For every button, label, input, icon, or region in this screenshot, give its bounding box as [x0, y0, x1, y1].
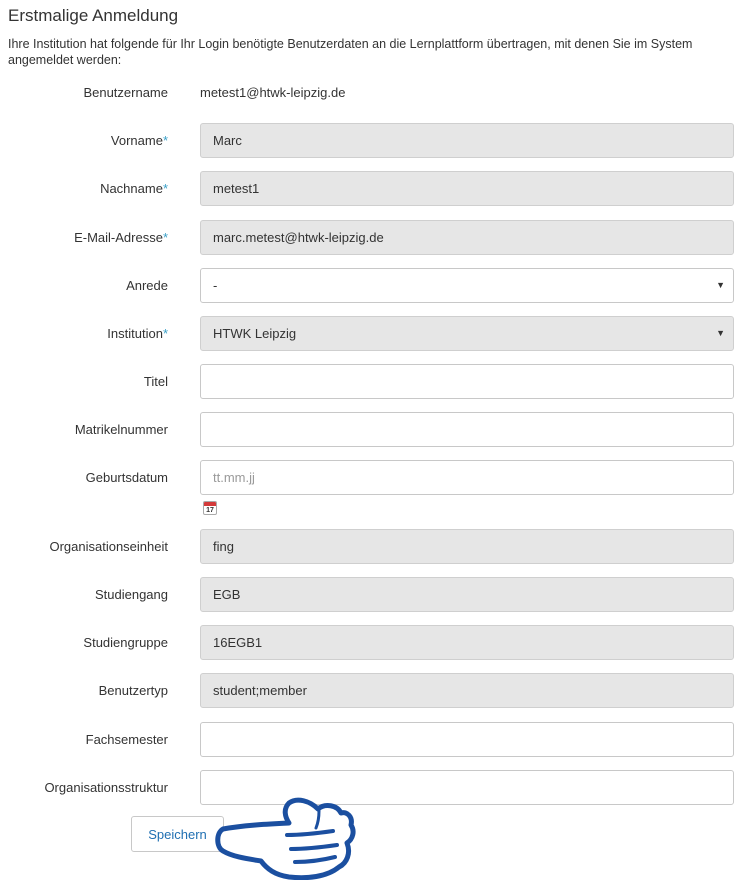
semester-label: Fachsemester: [86, 732, 168, 747]
semester-input[interactable]: [200, 722, 734, 757]
institution-label-text: Institution: [107, 326, 163, 341]
required-asterisk: *: [162, 230, 168, 245]
matriculation-label: Matrikelnummer: [75, 422, 168, 437]
org-unit-label: Organisationseinheit: [49, 539, 168, 554]
calendar-icon[interactable]: 17: [203, 501, 217, 515]
matriculation-input[interactable]: [200, 412, 734, 447]
salutation-label-text: Anrede: [126, 278, 168, 293]
title-label: Titel: [144, 374, 168, 389]
study-group-label: Studiengruppe: [83, 635, 168, 650]
title-label-text: Titel: [143, 374, 168, 389]
org-structure-label: Organisationsstruktur: [44, 780, 168, 795]
birthdate-input[interactable]: tt.mm.jj: [200, 460, 734, 495]
lastname-label-text: Nachname: [100, 181, 163, 196]
birthdate-label: Geburtsdatum: [86, 470, 168, 485]
pointing-hand-icon: [215, 797, 356, 880]
title-input[interactable]: [200, 364, 734, 399]
firstname-label-text: Vorname: [110, 133, 163, 148]
save-button[interactable]: Speichern: [131, 816, 224, 852]
institution-label: Institution*: [107, 326, 168, 341]
semester-label-text: Fachsemester: [85, 732, 168, 747]
study-group-label-text: Studiengruppe: [83, 635, 168, 650]
email-label: E-Mail-Adresse*: [74, 230, 168, 245]
salutation-label: Anrede: [126, 278, 168, 293]
lastname-field: metest1: [200, 171, 734, 206]
firstname-field: Marc: [200, 123, 734, 158]
email-label-text: E-Mail-Adresse: [74, 230, 163, 245]
page-title: Erstmalige Anmeldung: [8, 6, 179, 25]
lastname-label: Nachname*: [100, 181, 168, 196]
username-value: metest1@htwk-leipzig.de: [200, 85, 346, 100]
org-unit-field: fing: [200, 529, 734, 564]
username-label: Benutzername: [83, 85, 168, 100]
birthdate-label-text: Geburtsdatum: [85, 470, 168, 485]
study-program-field: EGB: [200, 577, 734, 612]
required-asterisk: *: [162, 326, 168, 341]
firstname-label: Vorname*: [111, 133, 168, 148]
username-label-text: Benutzername: [83, 85, 168, 100]
org-structure-label-text: Organisationsstruktur: [44, 780, 168, 795]
institution-selected-value: HTWK Leipzig: [213, 326, 297, 341]
matriculation-label-text: Matrikelnummer: [74, 422, 168, 437]
institution-select[interactable]: HTWK Leipzig ▼: [200, 316, 734, 351]
email-field: marc.metest@htwk-leipzig.de: [200, 220, 734, 255]
salutation-selected-value: -: [213, 278, 218, 293]
org-unit-label-text: Organisationseinheit: [49, 539, 168, 554]
study-group-field: 16EGB1: [200, 625, 734, 660]
study-program-label: Studiengang: [95, 587, 168, 602]
user-type-field: student;member: [200, 673, 734, 708]
user-type-label: Benutzertyp: [99, 683, 168, 698]
chevron-down-icon: ▼: [716, 280, 725, 290]
study-program-label-text: Studiengang: [94, 587, 168, 602]
calendar-icon-day: 17: [206, 507, 214, 514]
required-asterisk: *: [162, 133, 168, 148]
user-type-label-text: Benutzertyp: [98, 683, 168, 698]
chevron-down-icon: ▼: [716, 328, 725, 338]
salutation-select[interactable]: - ▼: [200, 268, 734, 303]
intro-text: Ihre Institution hat folgende für Ihr Lo…: [8, 37, 693, 67]
required-asterisk: *: [162, 181, 168, 196]
